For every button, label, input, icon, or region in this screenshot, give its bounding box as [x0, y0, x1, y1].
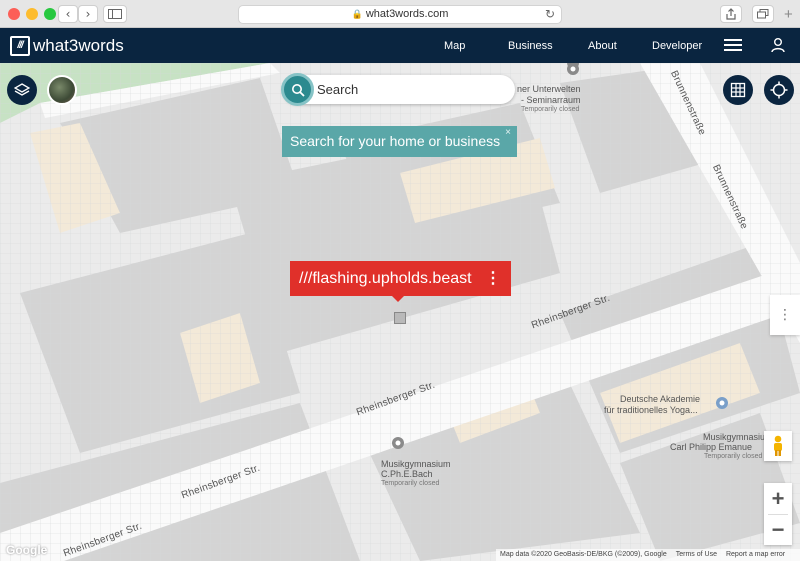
share-icon: [726, 8, 736, 20]
poi-label: ner Unterwelten: [517, 84, 581, 94]
nav-about[interactable]: About: [588, 40, 617, 52]
three-word-address-popup[interactable]: ///flashing.upholds.beast ⋮: [290, 261, 511, 302]
app-header: /// what3words Map Business About Develo…: [0, 28, 800, 63]
search-bar[interactable]: Search: [281, 73, 515, 106]
side-panel-toggle[interactable]: ⋮: [770, 295, 800, 335]
search-hint-tooltip: Search for your home or business ×: [282, 126, 517, 157]
map-view[interactable]: Rheinsberger Str. Rheinsberger Str. Rhei…: [0, 63, 800, 561]
zoom-in-button[interactable]: +: [764, 483, 792, 514]
zoom-control: + −: [764, 483, 792, 545]
nav-map[interactable]: Map: [444, 40, 465, 52]
satellite-view-button[interactable]: [47, 75, 77, 105]
address-bar[interactable]: 🔒 what3words.com ↻: [238, 5, 562, 24]
poi-label: für traditionelles Yoga...: [604, 405, 698, 415]
grid-icon: [730, 82, 746, 98]
new-tab-button[interactable]: +: [784, 6, 793, 23]
zoom-out-button[interactable]: −: [764, 514, 792, 545]
crosshair-icon: [770, 81, 788, 99]
poi-status: Temporarily closed: [381, 480, 440, 487]
google-logo: Google: [6, 543, 48, 557]
what3words-logo[interactable]: /// what3words: [10, 35, 124, 56]
more-options-icon[interactable]: ⋮: [485, 261, 501, 296]
map-attribution: Map data ©2020 GeoBasis-DE/BKG (©2009), …: [496, 549, 800, 561]
poi-label: Carl Philipp Emanue: [670, 442, 753, 452]
poi-label: Musikgymnasium: [381, 459, 451, 469]
menu-icon[interactable]: [724, 39, 742, 54]
tabs-icon: [757, 9, 769, 19]
report-map-error-link[interactable]: Report a map error: [726, 549, 785, 561]
minimize-window-button[interactable]: [26, 8, 38, 20]
search-hint-text: Search for your home or business: [290, 133, 501, 149]
url-text: what3words.com: [365, 8, 449, 20]
poi-label: C.Ph.E.Bach: [381, 469, 433, 479]
popup-pointer: [392, 296, 404, 302]
share-button[interactable]: [720, 5, 742, 23]
search-input[interactable]: Search: [317, 82, 358, 97]
selected-square[interactable]: [394, 312, 406, 324]
map-data-credit: Map data ©2020 GeoBasis-DE/BKG (©2009), …: [500, 551, 667, 558]
nav-business[interactable]: Business: [508, 40, 553, 52]
poi-status: Temporarily closed: [704, 453, 763, 460]
terms-of-use-link[interactable]: Terms of Use: [676, 549, 717, 561]
poi-label: Musikgymnasiu: [703, 432, 766, 442]
grid-toggle-button[interactable]: [723, 75, 753, 105]
pegman-icon: [774, 435, 782, 456]
sidebar-icon: [108, 9, 122, 19]
tabs-overview-button[interactable]: [752, 5, 774, 23]
layers-icon: [14, 83, 30, 96]
three-word-address: ///flashing.upholds.beast: [299, 270, 472, 287]
nav-developer[interactable]: Developer: [652, 40, 702, 52]
lock-icon: 🔒: [351, 9, 363, 19]
logo-mark: ///: [10, 35, 30, 56]
poi-label: Deutsche Akademie: [620, 394, 701, 404]
close-icon[interactable]: ×: [505, 117, 511, 148]
layers-button[interactable]: [7, 75, 37, 105]
reload-icon[interactable]: ↻: [545, 6, 555, 23]
street-view-pegman[interactable]: [764, 431, 792, 461]
back-button[interactable]: ‹: [58, 5, 78, 23]
poi-status: Temporarily closed: [521, 106, 580, 113]
search-icon: [291, 83, 305, 97]
logo-text: what3words: [33, 35, 124, 55]
sidebar-toggle-button[interactable]: [103, 5, 127, 23]
browser-toolbar: ‹ › 🔒 what3words.com ↻ +: [0, 0, 800, 28]
close-window-button[interactable]: [8, 8, 20, 20]
forward-button[interactable]: ›: [78, 5, 98, 23]
poi-label: - Seminarraum: [521, 95, 581, 105]
maximize-window-button[interactable]: [44, 8, 56, 20]
locate-me-button[interactable]: [764, 75, 794, 105]
user-icon[interactable]: [770, 37, 786, 53]
search-button[interactable]: [281, 73, 314, 106]
